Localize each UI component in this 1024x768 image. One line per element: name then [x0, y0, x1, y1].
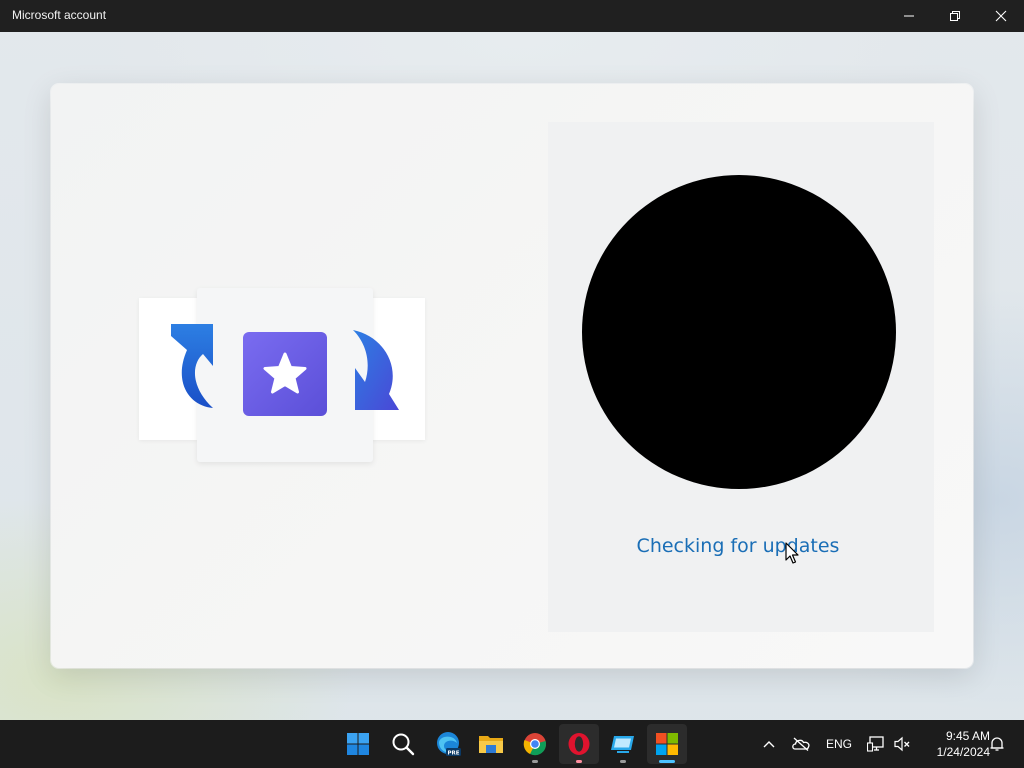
progress-circle [582, 175, 896, 489]
chrome-app[interactable] [515, 724, 555, 764]
mouse-cursor-icon [785, 542, 799, 564]
status-text: Checking for updates [636, 535, 840, 557]
chrome-icon [523, 733, 546, 756]
account-dialog-card: Checking for updates [51, 84, 973, 668]
clock[interactable]: 9:45 AM 1/24/2024 [916, 728, 990, 760]
remote-desktop-icon [611, 736, 634, 753]
close-button[interactable] [978, 0, 1024, 32]
minimize-icon [904, 15, 914, 17]
title-bar[interactable]: Microsoft account [0, 0, 1024, 32]
chevron-up-icon [763, 741, 775, 748]
windows-logo-icon [347, 733, 369, 755]
folder-icon [479, 736, 503, 753]
store-icon [656, 733, 678, 755]
clock-date: 1/24/2024 [936, 745, 990, 759]
running-indicator [576, 760, 582, 763]
file-explorer-app[interactable] [471, 724, 511, 764]
store-icon [243, 332, 327, 416]
language-indicator[interactable]: ENG [822, 720, 856, 768]
refresh-arrow-left-icon [171, 324, 213, 408]
volume-tray-button[interactable] [890, 720, 914, 768]
opera-icon [568, 733, 590, 755]
show-hidden-icons-button[interactable] [758, 720, 780, 768]
taskbar: PRE ENG 9:45 AM 1/24/2024 [0, 720, 1024, 768]
volume-muted-icon [894, 736, 910, 752]
notifications-button[interactable] [986, 720, 1008, 768]
bell-icon [990, 737, 1004, 751]
restore-icon [950, 11, 960, 21]
clock-time: 9:45 AM [945, 729, 990, 743]
edge-badge: PRE [447, 750, 459, 756]
star-icon [263, 352, 307, 394]
edge-beta-icon: PRE [437, 732, 461, 756]
network-icon [867, 736, 884, 752]
remote-app[interactable] [603, 724, 643, 764]
close-icon [995, 10, 1007, 22]
active-indicator [659, 760, 675, 763]
running-indicator [620, 760, 626, 763]
minimize-button[interactable] [886, 0, 932, 32]
window-title: Microsoft account [12, 8, 107, 22]
edge-beta-app[interactable]: PRE [428, 724, 468, 764]
search-button[interactable] [383, 724, 423, 764]
opera-app[interactable] [559, 724, 599, 764]
network-tray-button[interactable] [864, 720, 888, 768]
onedrive-tray-button[interactable] [788, 720, 814, 768]
refresh-arrow-right-icon [353, 330, 399, 410]
search-icon [392, 733, 415, 756]
store-update-illustration [137, 286, 427, 466]
running-indicator [532, 760, 538, 763]
restore-button[interactable] [932, 0, 978, 32]
microsoft-store-app[interactable] [647, 724, 687, 764]
status-pane: Checking for updates [548, 122, 934, 632]
start-button[interactable] [338, 724, 378, 764]
onedrive-offline-icon [792, 737, 810, 751]
